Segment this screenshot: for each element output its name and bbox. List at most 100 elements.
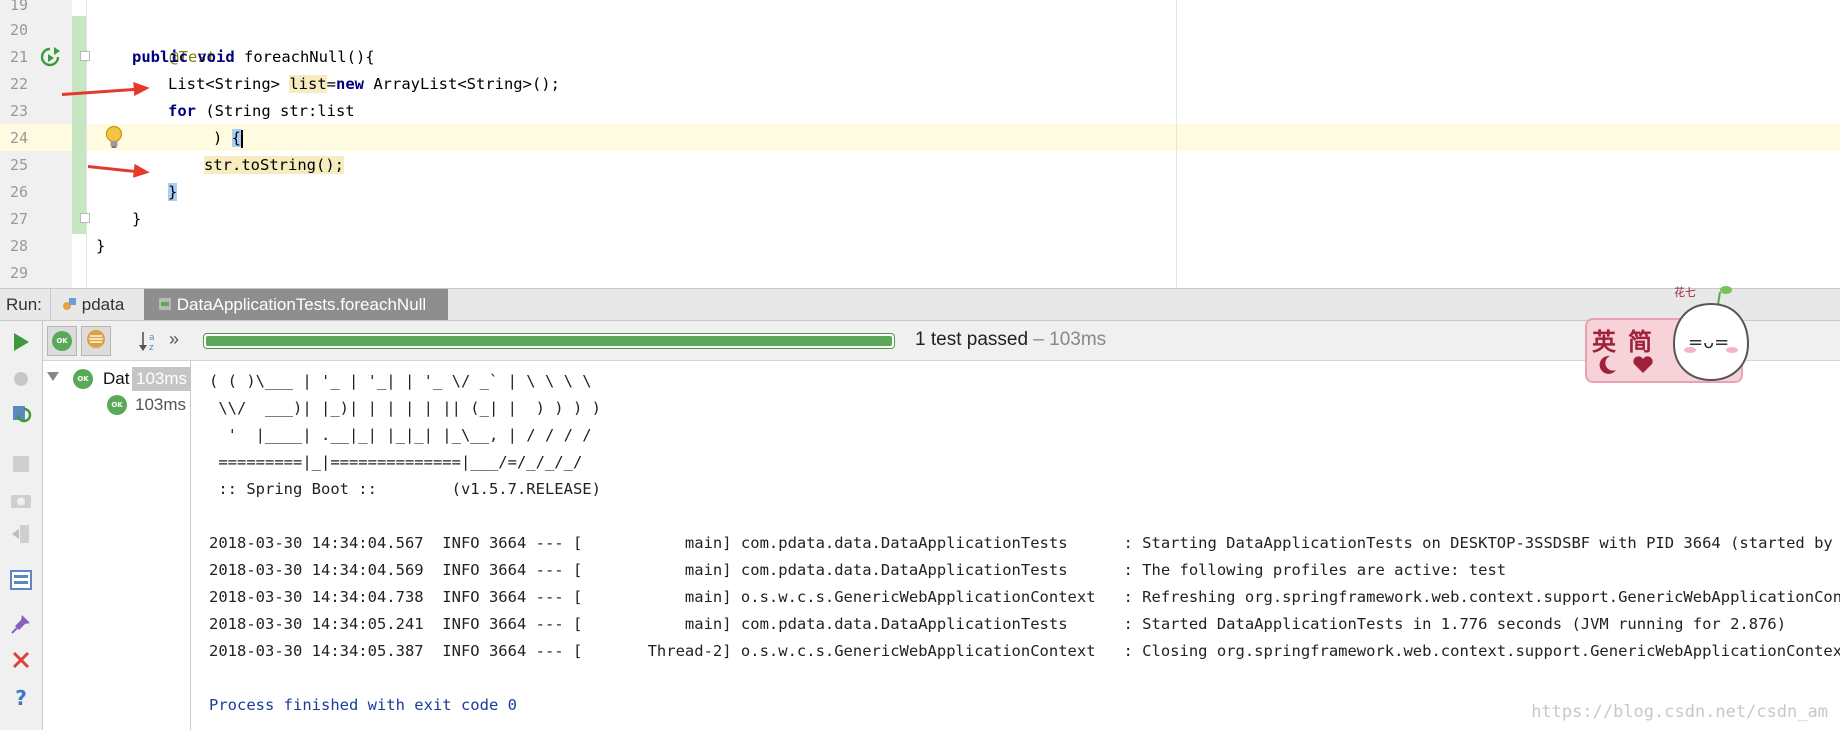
heart-icon	[1632, 356, 1654, 378]
code-token: (String str:list	[196, 102, 355, 120]
line-number: 26	[9, 183, 28, 201]
keyword-token: for	[168, 102, 196, 120]
close-icon[interactable]	[8, 647, 34, 673]
banner-line: =========|_|==============|___/=/_/_/_/	[209, 453, 583, 471]
run-label: Run:	[6, 295, 42, 314]
fold-marker-icon[interactable]	[80, 51, 90, 61]
camera-icon[interactable]	[8, 487, 34, 513]
tree-row-root[interactable]: OK Dat 103ms	[43, 367, 192, 391]
line-number: 27	[9, 210, 28, 228]
test-progress-fill	[206, 336, 892, 346]
tree-child-time: 103ms	[135, 395, 187, 414]
ignored-tests-icon	[86, 329, 106, 354]
code-token: }	[132, 210, 142, 228]
current-line-highlight	[0, 124, 1840, 151]
line-number: 29	[9, 264, 28, 282]
tree-root-label: Dat	[103, 369, 130, 388]
layout-icon[interactable]	[8, 567, 34, 593]
run-side-toolbar: ?	[0, 321, 43, 730]
code-line[interactable]: ) {	[213, 125, 244, 152]
line-number: 25	[9, 156, 28, 174]
matched-brace: }	[168, 183, 178, 201]
ok-icon: OK	[52, 331, 72, 351]
show-passed-toggle[interactable]: OK	[47, 326, 77, 356]
tab-label: pdata	[81, 295, 125, 314]
banner-line: ( ( )\___ | '_ | '_| | '_ \/ _` | \ \ \ …	[209, 372, 592, 390]
show-ignored-toggle[interactable]	[81, 326, 111, 356]
log-line: 2018-03-30 14:34:04.567 INFO 3664 --- [ …	[209, 534, 1840, 552]
code-token: foreachNull(){	[234, 48, 375, 66]
line-number: 24	[9, 129, 28, 147]
svg-text:a: a	[149, 333, 155, 343]
test-status-separator: –	[1028, 329, 1050, 350]
vcs-change-marker[interactable]	[72, 16, 86, 234]
code-token: )	[213, 129, 232, 147]
tab-label: DataApplicationTests.foreachNull	[176, 295, 427, 314]
banner-line: :: Spring Boot :: (v1.5.7.RELEASE)	[209, 480, 601, 498]
code-line[interactable]: public void foreachNull(){	[132, 44, 375, 71]
exit-line: Process finished with exit code 0	[209, 696, 517, 714]
test-runner-toolbar: OK az » 1 test passed – 103ms	[43, 321, 1840, 361]
lightbulb-icon[interactable]	[104, 124, 124, 150]
log-line: 2018-03-30 14:34:04.569 INFO 3664 --- [ …	[209, 561, 1507, 579]
right-margin-guide	[1176, 0, 1177, 288]
test-status-time: 103ms	[1049, 329, 1107, 350]
keyword-token: public void	[132, 48, 235, 66]
rerun-icon[interactable]	[8, 329, 34, 355]
sticker-overlay: 英 简 花七 =ᴗ=	[1582, 280, 1757, 385]
tree-root-time: 103ms	[132, 367, 192, 391]
test-progress-bar	[203, 333, 895, 349]
keyword-token: new	[336, 75, 364, 93]
exit-icon[interactable]	[8, 521, 34, 547]
svg-text:z: z	[149, 343, 154, 353]
matched-brace: {	[231, 129, 242, 147]
run-tool-window-tabs: Run: pdata DataApplicationTests.foreachN…	[0, 288, 1840, 321]
expand-triangle-icon[interactable]	[47, 372, 59, 381]
log-line: 2018-03-30 14:34:05.241 INFO 3664 --- [ …	[209, 615, 1787, 633]
console-output[interactable]: ( ( )\___ | '_ | '_| | '_ \/ _` | \ \ \ …	[191, 361, 1840, 730]
watermark-text: https://blog.csdn.net/csdn_am	[1531, 702, 1828, 722]
sticker-text: 英	[1592, 328, 1616, 356]
rerun-failed-icon[interactable]	[8, 401, 34, 427]
junit-icon	[158, 290, 172, 310]
test-status: 1 test passed – 103ms	[915, 329, 1106, 351]
highlighted-statement: str.toString();	[204, 156, 344, 174]
code-line[interactable]: }	[168, 179, 178, 206]
sort-alphabetically-icon[interactable]: az	[137, 329, 161, 353]
tab-foreachnull[interactable]: DataApplicationTests.foreachNull	[144, 289, 448, 320]
text-cursor	[241, 129, 244, 148]
code-line[interactable]: str.toString();	[204, 152, 344, 179]
code-editor[interactable]: 19 20 21 22 23 24 25 26 27 28 29 @Test p…	[0, 0, 1840, 288]
run-test-gutter-icon[interactable]	[38, 45, 62, 69]
log-line: 2018-03-30 14:34:04.738 INFO 3664 --- [ …	[209, 588, 1840, 606]
more-actions-button[interactable]: »	[169, 329, 179, 350]
pin-icon[interactable]	[8, 611, 34, 637]
ok-icon: OK	[107, 395, 127, 415]
stop-icon[interactable]	[8, 451, 34, 477]
code-line[interactable]: }	[96, 233, 105, 260]
mascot-face-text: =ᴗ=	[1688, 332, 1730, 353]
test-status-main: 1 test passed	[915, 329, 1029, 350]
gutter-divider	[86, 0, 87, 288]
tree-row-child[interactable]: OK 103ms	[43, 393, 190, 417]
banner-line: ' |____| .__|_| |_|_| |_\__, | / / / /	[209, 426, 592, 444]
code-line[interactable]: }	[132, 206, 141, 233]
debug-icon[interactable]	[8, 365, 34, 391]
app-config-icon	[61, 291, 77, 310]
fold-marker-icon[interactable]	[80, 213, 90, 223]
line-number: 20	[9, 21, 28, 39]
line-number: 23	[9, 102, 28, 120]
highlighted-variable: list	[289, 75, 327, 93]
code-line[interactable]: List<String> list=new ArrayList<String>(…	[168, 71, 560, 98]
help-icon[interactable]: ?	[8, 685, 34, 711]
log-line: 2018-03-30 14:34:05.387 INFO 3664 --- [ …	[209, 642, 1840, 660]
code-token: List<String>	[168, 75, 290, 93]
line-number: 21	[9, 48, 28, 66]
test-results-tree[interactable]: OK Dat 103ms OK 103ms	[43, 361, 276, 730]
code-line[interactable]: for (String str:list	[168, 98, 355, 125]
line-number: 28	[9, 237, 28, 255]
tab-pdata[interactable]: pdata	[50, 289, 142, 320]
code-token: ArrayList<String>();	[364, 75, 560, 93]
sticker-text: 简	[1628, 328, 1652, 356]
code-token: =	[326, 75, 336, 93]
